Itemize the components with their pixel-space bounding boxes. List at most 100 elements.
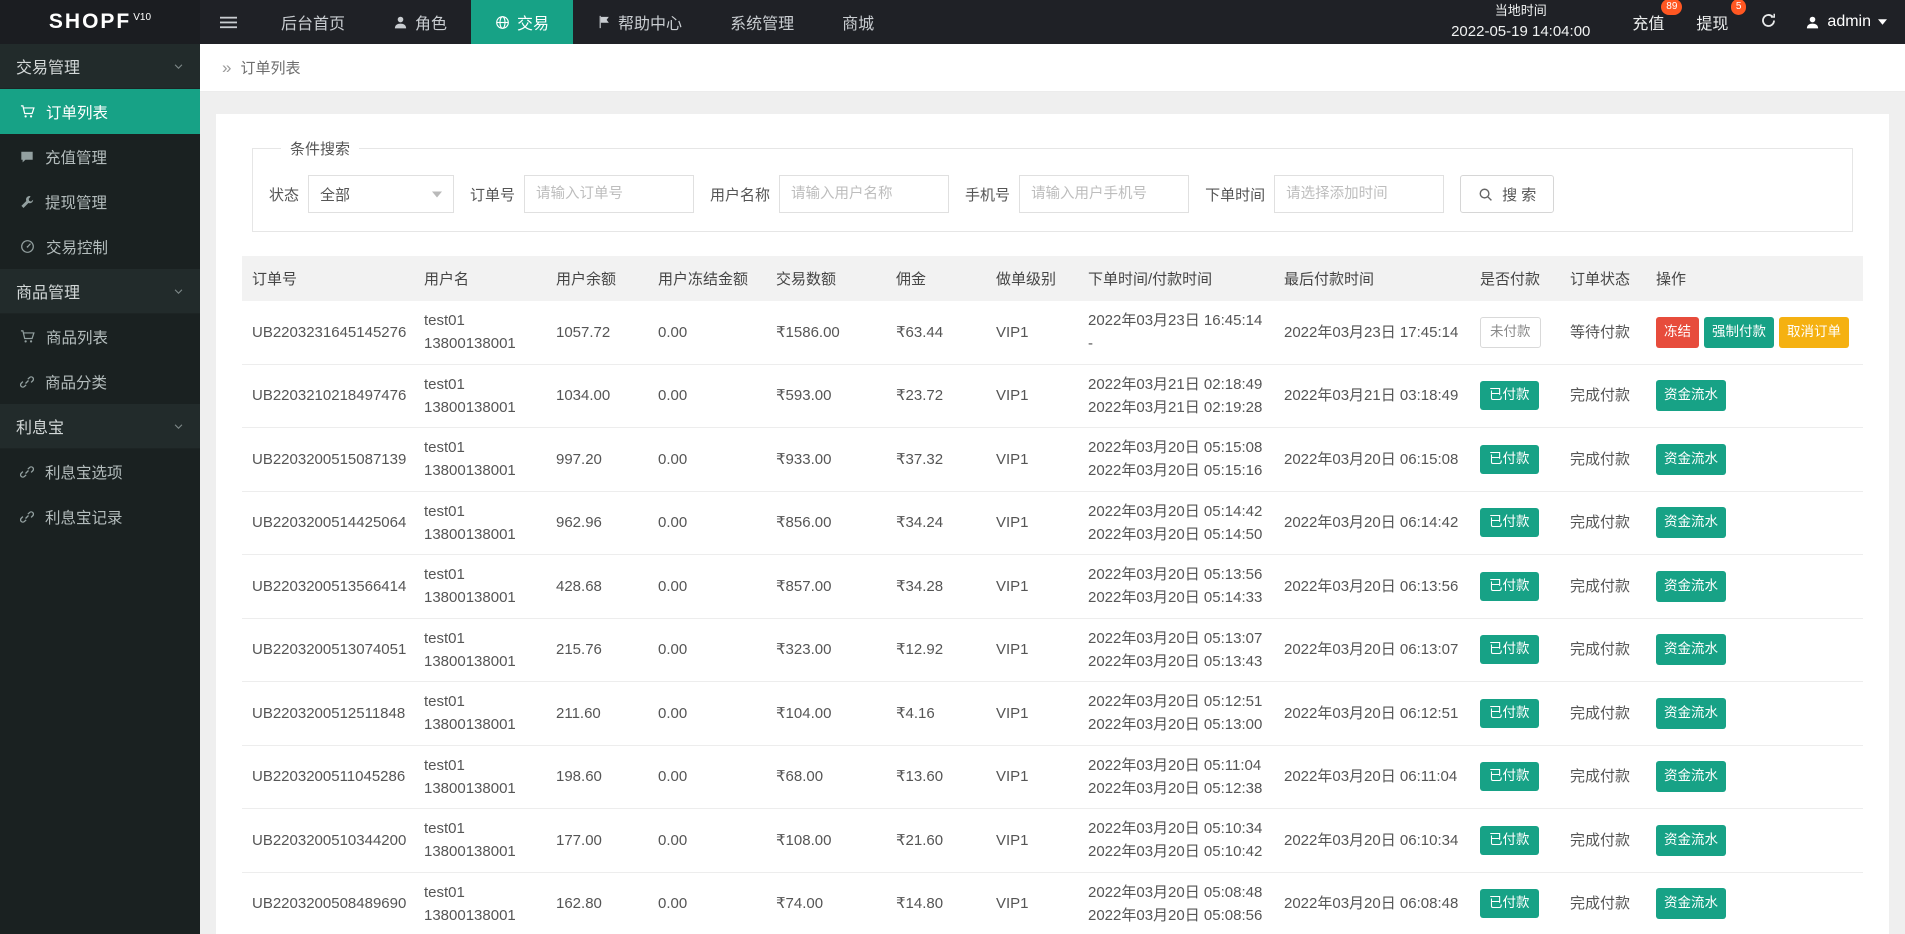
topnav-item-role[interactable]: 角色 <box>369 0 471 44</box>
fund-flow-button[interactable]: 资金流水 <box>1656 380 1726 411</box>
fund-flow-button[interactable]: 资金流水 <box>1656 507 1726 538</box>
cell-order-no: UB2203200513566414 <box>242 555 414 619</box>
search-icon <box>1478 187 1493 202</box>
sidebar-item-recharge-management[interactable]: 充值管理 <box>0 134 200 179</box>
topbar: SHOPFV10 后台首页角色交易帮助中心系统管理商城 当地时间 2022-05… <box>0 0 1905 44</box>
phone-input[interactable] <box>1019 175 1189 213</box>
search-legend: 条件搜索 <box>281 138 359 159</box>
force-pay-button[interactable]: 强制付款 <box>1704 317 1774 348</box>
sidebar-item-product-list[interactable]: 商品列表 <box>0 314 200 359</box>
cell-actions: 资金流水 <box>1646 809 1863 873</box>
column-header: 用户名 <box>414 256 546 301</box>
cell-amount: ₹857.00 <box>766 555 886 619</box>
cell-user: test0113800138001 <box>414 364 546 428</box>
main-content: » 订单列表 条件搜索 状态 全部 订单号 用户名称 <box>200 0 1905 934</box>
order-time-input[interactable] <box>1274 175 1444 213</box>
column-header: 订单状态 <box>1560 256 1646 301</box>
fund-flow-button[interactable]: 资金流水 <box>1656 571 1726 602</box>
paid-status-badge: 已付款 <box>1480 762 1539 791</box>
sidebar-item-trade-management[interactable]: 交易管理 <box>0 44 200 89</box>
fund-flow-button[interactable]: 资金流水 <box>1656 698 1726 729</box>
order-no-input[interactable] <box>524 175 694 213</box>
link-icon <box>20 375 34 389</box>
cell-level: VIP1 <box>986 491 1078 555</box>
cell-actions: 资金流水 <box>1646 745 1863 809</box>
cell-order-no: UB2203200510344200 <box>242 809 414 873</box>
recharge-badge: 89 <box>1661 0 1682 15</box>
sidebar-item-interest-records[interactable]: 利息宝记录 <box>0 494 200 539</box>
cell-commission: ₹14.80 <box>886 872 986 934</box>
cell-frozen: 0.00 <box>648 428 766 492</box>
top-nav: 后台首页角色交易帮助中心系统管理商城 <box>257 0 898 44</box>
cell-order-no: UB2203200513074051 <box>242 618 414 682</box>
cell-last-pay-time: 2022年03月20日 06:12:51 <box>1274 682 1470 746</box>
topnav-item-trade[interactable]: 交易 <box>471 0 573 44</box>
recharge-button[interactable]: 充值 89 <box>1616 6 1680 38</box>
sidebar-item-label: 订单列表 <box>46 101 108 123</box>
cell-order-no: UB2203200514425064 <box>242 491 414 555</box>
caret-down-icon <box>1878 19 1887 25</box>
paid-status-badge: 已付款 <box>1480 635 1539 664</box>
cell-order-no: UB2203200515087139 <box>242 428 414 492</box>
sidebar-item-withdraw-management[interactable]: 提现管理 <box>0 179 200 224</box>
cell-user: test0113800138001 <box>414 682 546 746</box>
cell-status: 完成付款 <box>1560 682 1646 746</box>
cell-paid: 已付款 <box>1470 809 1560 873</box>
order-row: UB2203200511045286test0113800138001198.6… <box>242 745 1863 809</box>
username-input[interactable] <box>779 175 949 213</box>
sidebar-item-interest-treasure[interactable]: 利息宝 <box>0 404 200 449</box>
sidebar-item-trade-control[interactable]: 交易控制 <box>0 224 200 269</box>
fund-flow-button[interactable]: 资金流水 <box>1656 444 1726 475</box>
cell-commission: ₹4.16 <box>886 682 986 746</box>
freeze-button[interactable]: 冻结 <box>1656 317 1699 348</box>
menu-toggle-icon[interactable] <box>200 0 257 44</box>
search-filters: 状态 全部 订单号 用户名称 手机号 <box>269 175 1836 213</box>
admin-menu[interactable]: admin <box>1793 13 1905 31</box>
topnav-item-home[interactable]: 后台首页 <box>257 0 369 44</box>
cell-order-no: UB2203210218497476 <box>242 364 414 428</box>
link-icon <box>20 465 34 479</box>
cell-order-no: UB2203200511045286 <box>242 745 414 809</box>
order-row: UB2203200513566414test0113800138001428.6… <box>242 555 1863 619</box>
status-select[interactable]: 全部 <box>308 175 454 213</box>
topnav-item-system[interactable]: 系统管理 <box>706 0 818 44</box>
sidebar-item-order-list[interactable]: 订单列表 <box>0 89 200 134</box>
fund-flow-button[interactable]: 资金流水 <box>1656 825 1726 856</box>
cell-amount: ₹856.00 <box>766 491 886 555</box>
sidebar-item-product-management[interactable]: 商品管理 <box>0 269 200 314</box>
cancel-order-button[interactable]: 取消订单 <box>1779 317 1849 348</box>
cell-amount: ₹1586.00 <box>766 301 886 364</box>
cell-status: 完成付款 <box>1560 491 1646 555</box>
topnav-item-help-center[interactable]: 帮助中心 <box>573 0 706 44</box>
cell-balance: 198.60 <box>546 745 648 809</box>
column-header: 订单号 <box>242 256 414 301</box>
cart-icon <box>20 104 35 119</box>
cell-amount: ₹108.00 <box>766 809 886 873</box>
sidebar-item-product-category[interactable]: 商品分类 <box>0 359 200 404</box>
wrench-icon <box>20 195 34 209</box>
topbar-right: 当地时间 2022-05-19 14:04:00 充值 89 提现 5 admi… <box>1451 0 1905 44</box>
cell-status: 完成付款 <box>1560 809 1646 873</box>
cell-actions: 资金流水 <box>1646 682 1863 746</box>
chevron-down-icon <box>173 61 184 72</box>
fund-flow-button[interactable]: 资金流水 <box>1656 761 1726 792</box>
refresh-icon[interactable] <box>1744 12 1793 33</box>
gauge-icon <box>20 239 35 254</box>
search-button[interactable]: 搜 索 <box>1460 175 1554 213</box>
cell-actions: 资金流水 <box>1646 872 1863 934</box>
sidebar-item-interest-options[interactable]: 利息宝选项 <box>0 449 200 494</box>
fund-flow-button[interactable]: 资金流水 <box>1656 634 1726 665</box>
sidebar-item-label: 充值管理 <box>45 146 107 168</box>
topnav-label: 系统管理 <box>730 10 794 34</box>
paid-status-badge: 已付款 <box>1480 889 1539 918</box>
cell-order-pay-time: 2022年03月20日 05:12:512022年03月20日 05:13:00 <box>1078 682 1274 746</box>
fund-flow-button[interactable]: 资金流水 <box>1656 888 1726 919</box>
order-row: UB2203200508489690test0113800138001162.8… <box>242 872 1863 934</box>
column-header: 用户余额 <box>546 256 648 301</box>
cell-level: VIP1 <box>986 682 1078 746</box>
cell-order-no: UB2203200512511848 <box>242 682 414 746</box>
topnav-item-mall[interactable]: 商城 <box>818 0 898 44</box>
withdraw-button[interactable]: 提现 5 <box>1680 6 1744 38</box>
username-filter: 用户名称 <box>710 175 949 213</box>
cell-status: 完成付款 <box>1560 555 1646 619</box>
